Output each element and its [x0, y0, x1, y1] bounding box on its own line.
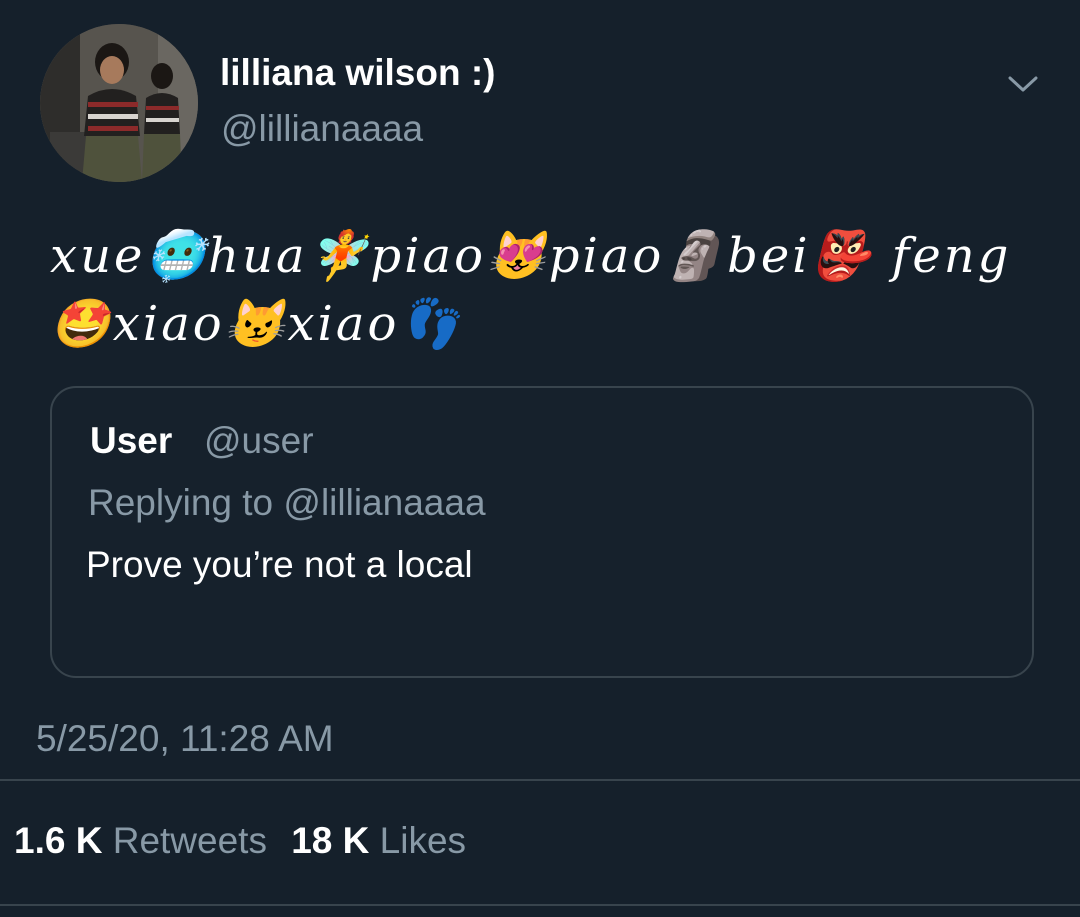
- tweet-text: xue🥶hua🧚piao😻piao🗿bei👺 feng🤩xiao😼xiao👣: [50, 228, 1012, 352]
- replying-to-label: Replying to @lillianaaaa: [88, 482, 486, 523]
- divider-top: [0, 779, 1080, 781]
- divider-bottom: [0, 904, 1080, 906]
- retweets-count: 1.6 K: [14, 820, 103, 861]
- likes-stat[interactable]: 18 K Likes: [291, 820, 466, 862]
- avatar-photo: [40, 24, 198, 182]
- tweet-stats: 1.6 K Retweets 18 K Likes: [14, 820, 466, 862]
- chevron-down-icon[interactable]: [1004, 68, 1042, 98]
- quoted-tweet[interactable]: User @user Replying to @lillianaaaa Prov…: [50, 386, 1034, 678]
- quoted-author-name: User: [90, 420, 173, 461]
- author-display-name[interactable]: lilliana wilson :): [220, 52, 495, 94]
- tweet: lilliana wilson :) @lillianaaaa xue🥶hua🧚…: [0, 0, 1080, 917]
- likes-count: 18 K: [291, 820, 370, 861]
- author-handle[interactable]: @lillianaaaa: [221, 108, 423, 150]
- retweets-stat[interactable]: 1.6 K Retweets: [14, 820, 267, 862]
- quoted-author-handle: @user: [204, 420, 314, 461]
- likes-label: Likes: [379, 820, 467, 861]
- quoted-tweet-text: Prove you’re not a local: [86, 544, 473, 585]
- retweets-label: Retweets: [112, 820, 267, 861]
- avatar[interactable]: [40, 24, 198, 182]
- tweet-timestamp[interactable]: 5/25/20, 11:28 AM: [36, 718, 334, 760]
